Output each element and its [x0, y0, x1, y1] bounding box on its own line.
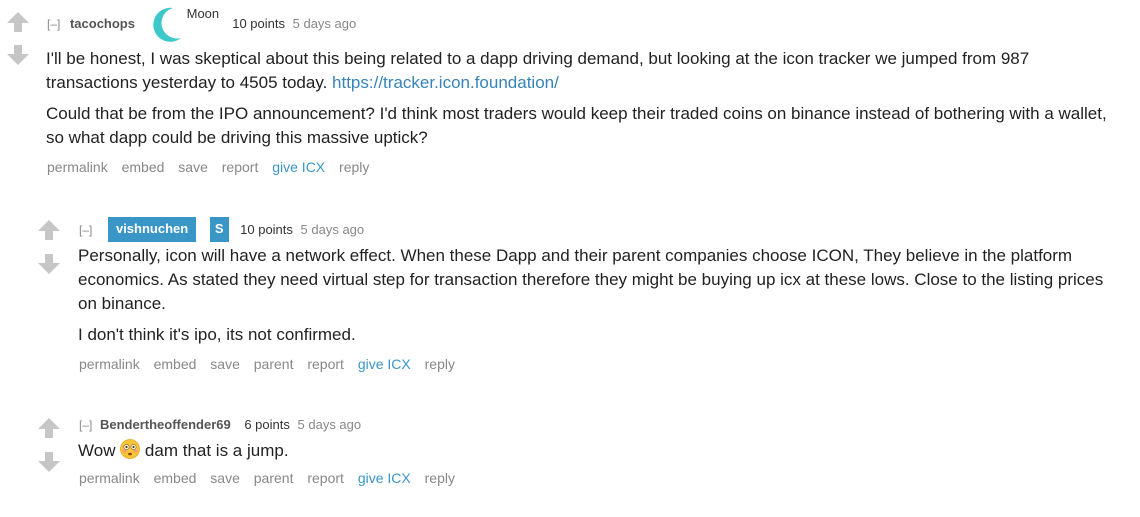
permalink-link[interactable]: permalink [79, 356, 140, 372]
save-link[interactable]: save [210, 470, 240, 486]
parent-link[interactable]: parent [254, 470, 294, 486]
moon-icon [152, 7, 181, 42]
flushed-face-icon [120, 439, 141, 466]
comment-body: Wow dam that is a jump. [78, 439, 1123, 473]
embed-link[interactable]: embed [154, 356, 197, 372]
comment-tagline: [–] vishnuchen S 10 points 5 days ago [79, 217, 365, 242]
downvote-arrow-icon[interactable] [37, 253, 61, 277]
embed-link[interactable]: embed [122, 159, 165, 175]
submitter-badge: S [209, 217, 229, 242]
comment-tagline: [–] tacochops Moon 10 points 5 days ago [47, 4, 356, 42]
permalink-link[interactable]: permalink [79, 470, 140, 486]
report-link[interactable]: report [307, 470, 344, 486]
downvote-arrow-icon[interactable] [37, 451, 61, 475]
points: 10 points [240, 221, 293, 237]
timestamp: 5 days ago [292, 15, 357, 31]
comment-paragraph: Personally, icon will have a network eff… [78, 246, 1104, 313]
give-icx-link[interactable]: give ICX [272, 159, 325, 175]
points: 10 points [232, 15, 285, 31]
upvote-arrow-icon[interactable] [6, 11, 30, 35]
paragraph-text: dam that is a jump. [140, 441, 289, 460]
comment-actions: permalink embed save parent report give … [79, 356, 465, 372]
comment-paragraph: I don't think it's ipo, its not confirme… [78, 325, 356, 344]
give-icx-link[interactable]: give ICX [358, 470, 411, 486]
comment-actions: permalink embed save parent report give … [79, 470, 465, 486]
upvote-arrow-icon[interactable] [37, 219, 61, 243]
user-flair: Moon [151, 6, 221, 42]
comment-tagline: [–] Bendertheoffender69 6 points 5 days … [79, 413, 361, 435]
report-link[interactable]: report [222, 159, 259, 175]
upvote-arrow-icon[interactable] [37, 417, 61, 441]
reply-link[interactable]: reply [425, 470, 455, 486]
paragraph-text: Wow [78, 441, 121, 460]
collapse-toggle[interactable]: [–] [47, 5, 60, 43]
downvote-arrow-icon[interactable] [6, 44, 30, 68]
flair-text: Moon [186, 5, 220, 21]
points: 6 points [244, 416, 290, 432]
collapse-toggle[interactable]: [–] [79, 219, 92, 241]
author-link[interactable]: tacochops [70, 5, 135, 43]
parent-link[interactable]: parent [254, 356, 294, 372]
collapse-toggle[interactable]: [–] [79, 414, 92, 436]
comment-body: I'll be honest, I was skeptical about th… [46, 47, 1116, 157]
reply-link[interactable]: reply [339, 159, 369, 175]
embed-link[interactable]: embed [154, 470, 197, 486]
comment-paragraph: Could that be from the IPO announcement?… [46, 104, 1107, 147]
author-link[interactable]: Bendertheoffender69 [100, 414, 231, 436]
comment-actions: permalink embed save report give ICX rep… [47, 159, 379, 175]
give-icx-link[interactable]: give ICX [358, 356, 411, 372]
report-link[interactable]: report [307, 356, 344, 372]
comment-body: Personally, icon will have a network eff… [78, 244, 1123, 354]
tracker-link[interactable]: https://tracker.icon.foundation/ [332, 73, 559, 92]
timestamp: 5 days ago [300, 221, 365, 237]
author-link[interactable]: vishnuchen [107, 217, 197, 242]
save-link[interactable]: save [210, 356, 240, 372]
permalink-link[interactable]: permalink [47, 159, 108, 175]
comment-paragraph: Wow dam that is a jump. [78, 439, 1123, 466]
timestamp: 5 days ago [297, 416, 362, 432]
save-link[interactable]: save [178, 159, 208, 175]
comment-paragraph: I'll be honest, I was skeptical about th… [46, 47, 1116, 95]
reply-link[interactable]: reply [425, 356, 455, 372]
